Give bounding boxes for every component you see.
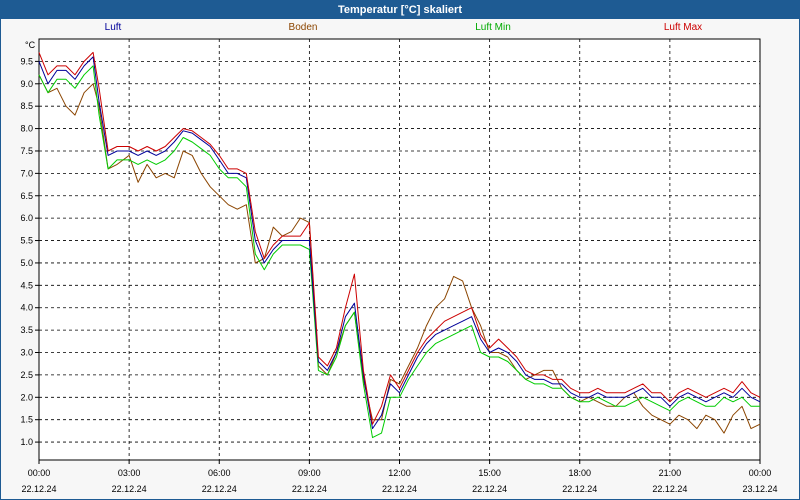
x-tick-time: 15:00 xyxy=(478,468,501,478)
y-tick-label: 4.5 xyxy=(20,280,33,290)
x-tick-date: 22.12.24 xyxy=(21,484,56,494)
y-tick-label: 9.5 xyxy=(20,56,33,66)
y-tick-label: 7.5 xyxy=(20,146,33,156)
x-tick-date: 22.12.24 xyxy=(472,484,507,494)
x-axis-ticks: 00:00 22.12.24 03:00 22.12.24 06:00 22.12.24 0… xyxy=(21,460,778,494)
x-tick-time: 06:00 xyxy=(208,468,231,478)
x-tick-time: 18:00 xyxy=(568,468,591,478)
y-tick-label: 3.5 xyxy=(20,325,33,335)
y-tick-label: 8.5 xyxy=(20,101,33,111)
y-tick-label: 7.0 xyxy=(20,168,33,178)
y-axis-label: °C xyxy=(25,40,36,50)
y-tick-label: 2.0 xyxy=(20,392,33,402)
x-tick-date: 22.12.24 xyxy=(562,484,597,494)
y-tick-label: 3.0 xyxy=(20,348,33,358)
x-tick-date: 22.12.24 xyxy=(292,484,327,494)
y-tick-label: 4.0 xyxy=(20,303,33,313)
y-tick-label: 5.0 xyxy=(20,258,33,268)
y-tick-label: 6.5 xyxy=(20,191,33,201)
temperature-chart: 1.0 1.5 2.0 2.5 3.0 3.5 4.0 4.5 5.0 5.5 6.0 6.5 7.0 7… xyxy=(20,38,778,494)
x-tick-time: 00:00 xyxy=(28,468,51,478)
x-tick-date: 22.12.24 xyxy=(202,484,237,494)
y-tick-label: 1.0 xyxy=(20,437,33,447)
y-tick-label: 1.5 xyxy=(20,415,33,425)
x-tick-time: 21:00 xyxy=(659,468,682,478)
x-tick-time: 12:00 xyxy=(388,468,411,478)
x-tick-time: 03:00 xyxy=(118,468,141,478)
x-tick-time: 00:00 xyxy=(749,468,772,478)
y-tick-label: 6.0 xyxy=(20,213,33,223)
y-axis-ticks: 1.0 1.5 2.0 2.5 3.0 3.5 4.0 4.5 5.0 5.5 6.0 6.5 7.0 7… xyxy=(20,56,39,447)
x-tick-date: 23.12.24 xyxy=(742,484,777,494)
y-tick-label: 5.5 xyxy=(20,236,33,246)
x-tick-date: 22.12.24 xyxy=(112,484,147,494)
x-tick-date: 22.12.24 xyxy=(652,484,687,494)
x-tick-time: 09:00 xyxy=(298,468,321,478)
y-tick-label: 8.0 xyxy=(20,124,33,134)
y-tick-label: 2.5 xyxy=(20,370,33,380)
y-tick-label: 9.0 xyxy=(20,79,33,89)
x-tick-date: 22.12.24 xyxy=(382,484,417,494)
